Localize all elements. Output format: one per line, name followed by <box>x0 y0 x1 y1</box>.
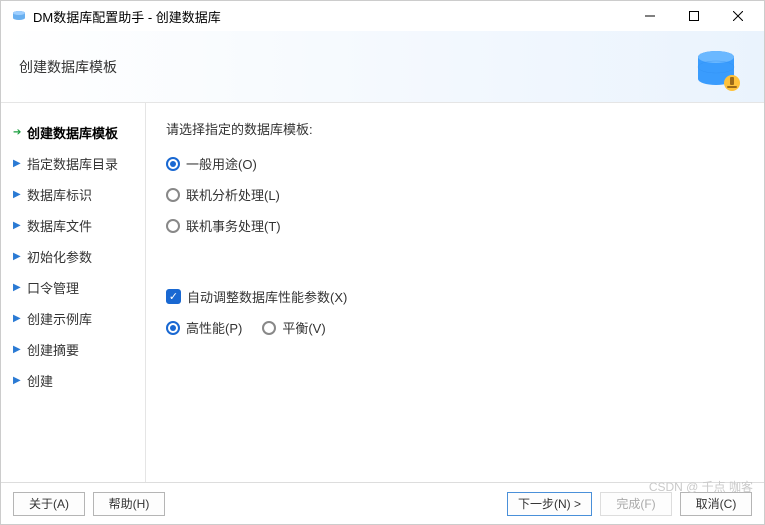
template-radio-2[interactable]: 联机事务处理(T) <box>166 216 744 235</box>
arrow-current-icon: ➔ <box>13 127 23 138</box>
sidebar-item-7[interactable]: ▶ 创建摘要 <box>1 334 145 365</box>
app-icon <box>11 8 27 24</box>
arrow-icon: ▶ <box>13 251 23 262</box>
radio-icon <box>166 188 180 202</box>
minimize-button[interactable] <box>628 1 672 31</box>
radio-icon <box>262 321 276 335</box>
finish-button: 完成(F) <box>600 492 672 516</box>
arrow-icon: ▶ <box>13 158 23 169</box>
radio-label: 一般用途(O) <box>186 154 257 173</box>
close-button[interactable] <box>716 1 760 31</box>
window-title: DM数据库配置助手 - 创建数据库 <box>33 7 628 26</box>
sidebar-item-label: 口令管理 <box>27 278 79 297</box>
perf-radio-0[interactable]: 高性能(P) <box>166 318 242 337</box>
sidebar-item-label: 数据库标识 <box>27 185 92 204</box>
cancel-button[interactable]: 取消(C) <box>680 492 752 516</box>
sidebar-item-label: 创建 <box>27 371 53 390</box>
database-icon <box>690 43 744 97</box>
content-prompt: 请选择指定的数据库模板: <box>166 119 744 138</box>
template-radio-0[interactable]: 一般用途(O) <box>166 154 744 173</box>
radio-label: 联机事务处理(T) <box>186 216 281 235</box>
sidebar-item-label: 创建数据库模板 <box>27 123 118 142</box>
radio-label: 高性能(P) <box>186 318 242 337</box>
radio-label: 平衡(V) <box>282 318 325 337</box>
about-button[interactable]: 关于(A) <box>13 492 85 516</box>
arrow-icon: ▶ <box>13 375 23 386</box>
sidebar: ➔创建数据库模板▶指定数据库目录▶数据库标识▶数据库文件▶初始化参数▶口令管理▶… <box>1 103 146 482</box>
sidebar-item-label: 初始化参数 <box>27 247 92 266</box>
template-radio-1[interactable]: 联机分析处理(L) <box>166 185 744 204</box>
sidebar-item-label: 指定数据库目录 <box>27 154 118 173</box>
sidebar-item-label: 创建示例库 <box>27 309 92 328</box>
title-bar: DM数据库配置助手 - 创建数据库 <box>1 1 764 31</box>
footer: 关于(A) 帮助(H) 下一步(N) > 完成(F) 取消(C) <box>1 482 764 524</box>
sidebar-item-2[interactable]: ▶ 数据库标识 <box>1 179 145 210</box>
maximize-button[interactable] <box>672 1 716 31</box>
sidebar-item-8[interactable]: ▶ 创建 <box>1 365 145 396</box>
radio-icon <box>166 219 180 233</box>
sidebar-item-6[interactable]: ▶ 创建示例库 <box>1 303 145 334</box>
sidebar-item-4[interactable]: ▶ 初始化参数 <box>1 241 145 272</box>
sidebar-item-1[interactable]: ▶ 指定数据库目录 <box>1 148 145 179</box>
sidebar-item-5[interactable]: ▶ 口令管理 <box>1 272 145 303</box>
content: 请选择指定的数据库模板: 一般用途(O) 联机分析处理(L) 联机事务处理(T) ✓… <box>146 103 764 482</box>
arrow-icon: ▶ <box>13 344 23 355</box>
sidebar-item-3[interactable]: ▶ 数据库文件 <box>1 210 145 241</box>
header: 创建数据库模板 <box>1 31 764 103</box>
radio-icon <box>166 321 180 335</box>
auto-tune-label: 自动调整数据库性能参数(X) <box>187 287 347 306</box>
auto-tune-checkbox[interactable]: ✓ 自动调整数据库性能参数(X) <box>166 287 744 306</box>
sidebar-item-label: 创建摘要 <box>27 340 79 359</box>
radio-label: 联机分析处理(L) <box>186 185 280 204</box>
page-title: 创建数据库模板 <box>19 57 117 77</box>
help-button[interactable]: 帮助(H) <box>93 492 165 516</box>
arrow-icon: ▶ <box>13 282 23 293</box>
perf-radio-1[interactable]: 平衡(V) <box>262 318 325 337</box>
arrow-icon: ▶ <box>13 189 23 200</box>
next-button[interactable]: 下一步(N) > <box>507 492 592 516</box>
radio-icon <box>166 157 180 171</box>
arrow-icon: ▶ <box>13 313 23 324</box>
arrow-icon: ▶ <box>13 220 23 231</box>
checkbox-icon: ✓ <box>166 289 181 304</box>
sidebar-item-0[interactable]: ➔ 创建数据库模板 <box>1 117 145 148</box>
main: ➔创建数据库模板▶指定数据库目录▶数据库标识▶数据库文件▶初始化参数▶口令管理▶… <box>1 103 764 482</box>
sidebar-item-label: 数据库文件 <box>27 216 92 235</box>
